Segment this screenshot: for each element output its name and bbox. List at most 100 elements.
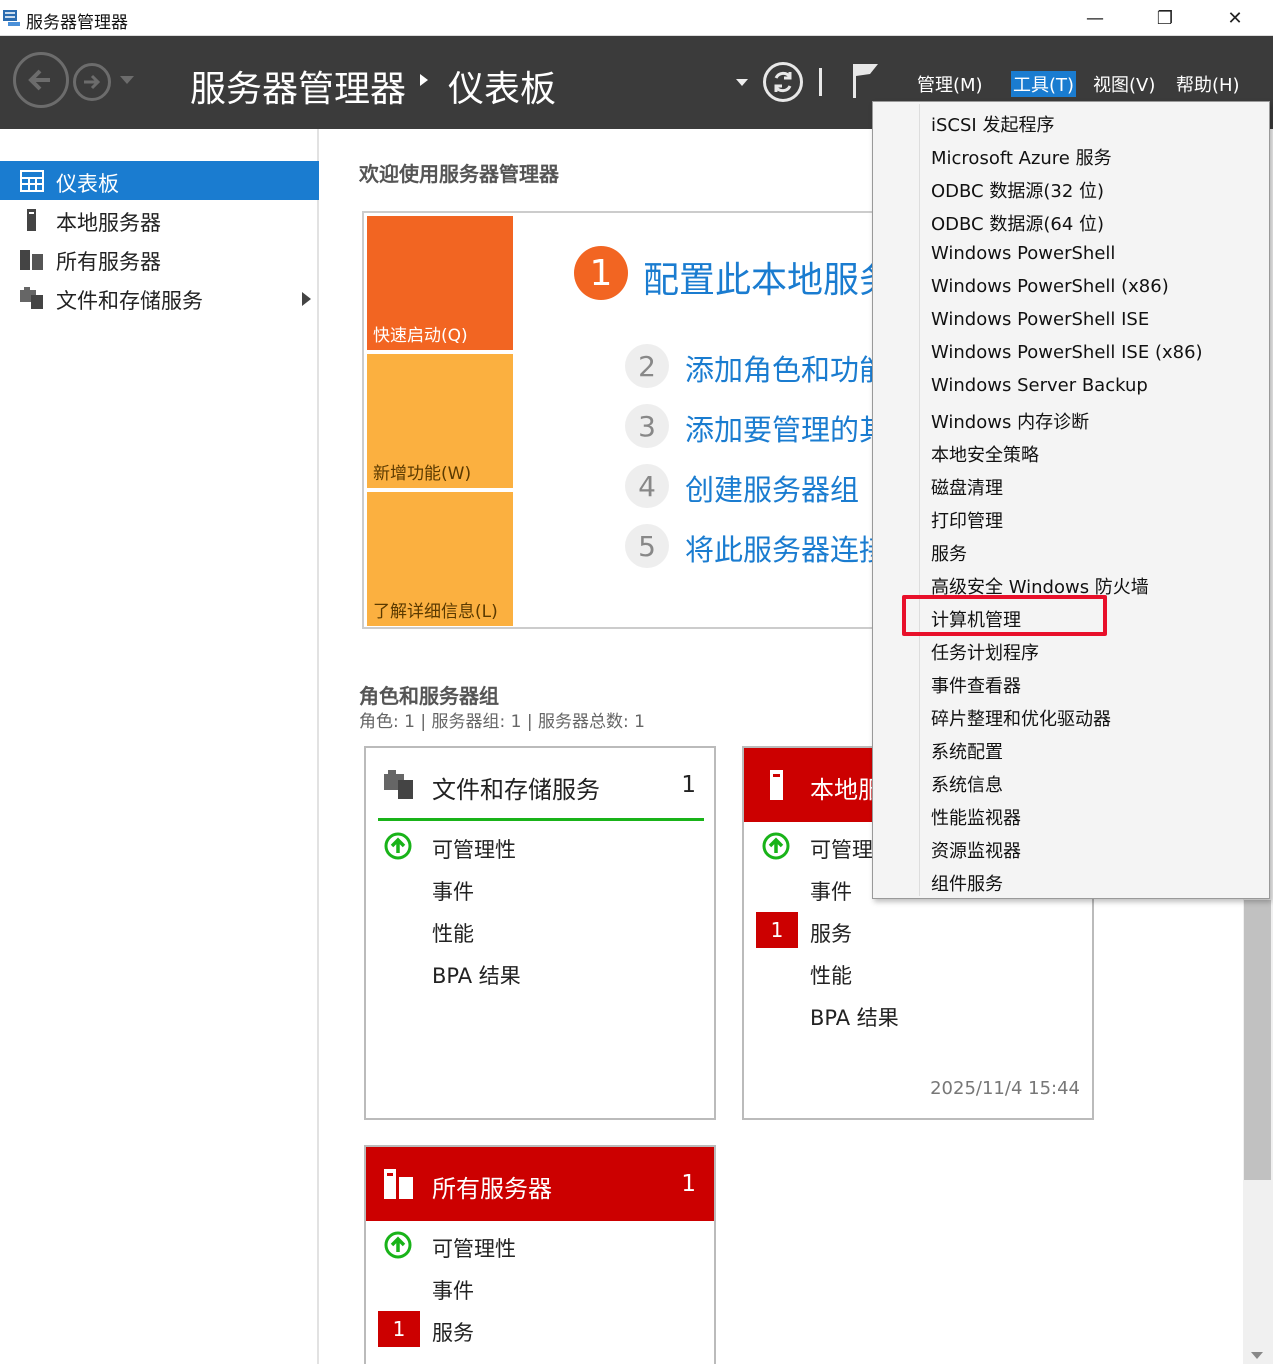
server-manager-app-icon xyxy=(3,10,20,26)
scroll-down-icon[interactable] xyxy=(1251,1352,1263,1359)
row-services[interactable]: 服务 xyxy=(432,1317,474,1347)
breadcrumb-root[interactable]: 服务器管理器 xyxy=(190,60,406,112)
tools-menu-item[interactable]: Windows PowerShell ISE (x86) xyxy=(874,336,1268,369)
step-create-server-group[interactable]: 创建服务器组 xyxy=(685,467,859,509)
tools-menu-item[interactable]: 组件服务 xyxy=(874,864,1268,897)
tools-menu-item[interactable]: 资源监视器 xyxy=(874,831,1268,864)
breadcrumb-current: 仪表板 xyxy=(448,69,557,110)
minimize-button[interactable]: — xyxy=(1060,0,1130,36)
tools-menu-item[interactable]: 本地安全策略 xyxy=(874,435,1268,468)
role-card-file-storage[interactable]: 文件和存储服务 1 可管理性 事件 性能 BPA 结果 xyxy=(364,746,716,1120)
row-events[interactable]: 事件 xyxy=(810,876,852,906)
row-manageability[interactable]: 可管理 xyxy=(810,834,873,864)
file-storage-icon xyxy=(20,287,43,309)
sidebar-item-label: 本地服务器 xyxy=(56,211,161,235)
row-bpa-results[interactable]: BPA 结果 xyxy=(432,960,521,990)
tile-whats-new[interactable]: 新增功能(W) xyxy=(367,354,513,488)
menu-tools[interactable]: 工具(T) xyxy=(1011,71,1077,97)
row-bpa-results[interactable]: BPA 结果 xyxy=(810,1002,899,1032)
row-performance[interactable]: 性能 xyxy=(432,918,474,948)
tools-menu-item-label: Windows 内存诊断 xyxy=(931,412,1090,433)
tools-menu-item[interactable]: 事件查看器 xyxy=(874,666,1268,699)
card-timestamp: 2025/11/4 15:44 xyxy=(930,1078,1080,1099)
step-add-roles[interactable]: 添加角色和功能 xyxy=(685,347,888,389)
step-number: 1 xyxy=(574,246,628,300)
tools-menu-item-label: Windows PowerShell xyxy=(931,243,1116,264)
maximize-button[interactable]: ❐ xyxy=(1130,0,1200,36)
card-header[interactable]: 文件和存储服务 1 xyxy=(366,748,714,822)
tools-menu-item[interactable]: ODBC 数据源(64 位) xyxy=(874,204,1268,237)
tools-menu-item[interactable]: iSCSI 发起程序 xyxy=(874,105,1268,138)
notifications-flag-icon[interactable] xyxy=(850,62,882,100)
tools-menu-item-label: 资源监视器 xyxy=(931,841,1021,862)
tools-menu-item[interactable]: Windows PowerShell ISE xyxy=(874,303,1268,336)
row-performance[interactable]: 性能 xyxy=(810,960,852,990)
sidebar-item-file-storage[interactable]: 文件和存储服务 xyxy=(0,278,319,317)
tools-menu-item[interactable]: 磁盘清理 xyxy=(874,468,1268,501)
tools-dropdown-menu: iSCSI 发起程序 Microsoft Azure 服务 ODBC 数据源(32 … xyxy=(872,101,1270,899)
window-title: 服务器管理器 xyxy=(26,13,128,33)
tools-menu-item[interactable]: 碎片整理和优化驱动器 xyxy=(874,699,1268,732)
menu-manage[interactable]: 管理(M) xyxy=(917,71,983,97)
roles-section-subtitle: 角色: 1 | 服务器组: 1 | 服务器总数: 1 xyxy=(359,712,645,732)
card-header[interactable]: 所有服务器 1 xyxy=(366,1147,714,1221)
alert-count-badge: 1 xyxy=(756,912,798,948)
tools-menu-item-label: 碎片整理和优化驱动器 xyxy=(931,709,1111,730)
menu-help[interactable]: 帮助(H) xyxy=(1176,71,1240,97)
tools-menu-item-label: Windows PowerShell ISE (x86) xyxy=(931,342,1203,363)
tools-menu-item-label: 磁盘清理 xyxy=(931,478,1003,499)
tools-menu-item[interactable]: 系统配置 xyxy=(874,732,1268,765)
breadcrumb-dropdown-icon[interactable] xyxy=(736,79,748,86)
refresh-button[interactable] xyxy=(763,62,803,102)
tools-menu-item[interactable]: 服务 xyxy=(874,534,1268,567)
back-button[interactable] xyxy=(13,52,69,108)
row-services[interactable]: 服务 xyxy=(810,918,852,948)
status-ok-icon xyxy=(762,832,790,860)
row-events[interactable]: 事件 xyxy=(432,876,474,906)
sidebar-item-dashboard[interactable]: 仪表板 xyxy=(0,161,319,200)
tools-menu-item[interactable]: Windows PowerShell xyxy=(874,237,1268,270)
card-count: 1 xyxy=(681,1171,696,1197)
tools-menu-item[interactable]: 任务计划程序 xyxy=(874,633,1268,666)
tile-learn-more[interactable]: 了解详细信息(L) xyxy=(367,492,513,626)
arrow-right-icon xyxy=(84,74,101,90)
tools-menu-item-label: 系统配置 xyxy=(931,742,1003,763)
step-add-servers[interactable]: 添加要管理的其 xyxy=(685,407,888,449)
tools-menu-item-label: iSCSI 发起程序 xyxy=(931,115,1055,136)
tools-menu-item-label: 任务计划程序 xyxy=(931,643,1039,664)
history-dropdown-icon[interactable] xyxy=(120,76,134,84)
tools-menu-item[interactable]: ODBC 数据源(32 位) xyxy=(874,171,1268,204)
step-connect-cloud[interactable]: 将此服务器连接 xyxy=(685,527,888,569)
tools-menu-item[interactable]: 系统信息 xyxy=(874,765,1268,798)
tools-menu-item-label: Windows PowerShell (x86) xyxy=(931,276,1169,297)
tools-menu-item[interactable]: Windows 内存诊断 xyxy=(874,402,1268,435)
close-button[interactable]: ✕ xyxy=(1200,0,1270,36)
tools-menu-item[interactable]: 打印管理 xyxy=(874,501,1268,534)
role-card-all-servers[interactable]: 所有服务器 1 可管理性 事件 1 服务 性能 xyxy=(364,1145,716,1364)
tools-menu-item[interactable]: Windows Server Backup xyxy=(874,369,1268,402)
tools-menu-item-label: Windows Server Backup xyxy=(931,375,1148,396)
row-events[interactable]: 事件 xyxy=(432,1275,474,1305)
row-manageability[interactable]: 可管理性 xyxy=(432,834,516,864)
sidebar-item-all-servers[interactable]: 所有服务器 xyxy=(0,239,319,278)
step-configure-local-server[interactable]: 配置此本地服务 xyxy=(643,251,895,303)
arrow-left-icon xyxy=(28,69,50,91)
highlight-annotation xyxy=(902,595,1107,636)
scrollbar-thumb[interactable] xyxy=(1244,900,1271,1180)
row-manageability[interactable]: 可管理性 xyxy=(432,1233,516,1263)
window-titlebar: 服务器管理器 — ❐ ✕ xyxy=(0,0,1273,36)
tile-quick-start[interactable]: 快速启动(Q) xyxy=(367,216,513,350)
chevron-right-icon[interactable] xyxy=(302,292,311,306)
tools-menu-item[interactable]: Microsoft Azure 服务 xyxy=(874,138,1268,171)
row-performance[interactable]: 性能 xyxy=(432,1359,474,1364)
sidebar-item-local-server[interactable]: 本地服务器 xyxy=(0,200,319,239)
status-ok-icon xyxy=(384,832,412,860)
tools-menu-item[interactable]: 性能监视器 xyxy=(874,798,1268,831)
alert-count-badge: 1 xyxy=(378,1311,420,1347)
tools-menu-item[interactable]: Windows PowerShell (x86) xyxy=(874,270,1268,303)
step-number: 2 xyxy=(625,344,669,388)
menu-view[interactable]: 视图(V) xyxy=(1093,71,1155,97)
card-count: 1 xyxy=(681,772,696,798)
forward-button[interactable] xyxy=(73,63,111,101)
tools-menu-item-label: Windows PowerShell ISE xyxy=(931,309,1150,330)
